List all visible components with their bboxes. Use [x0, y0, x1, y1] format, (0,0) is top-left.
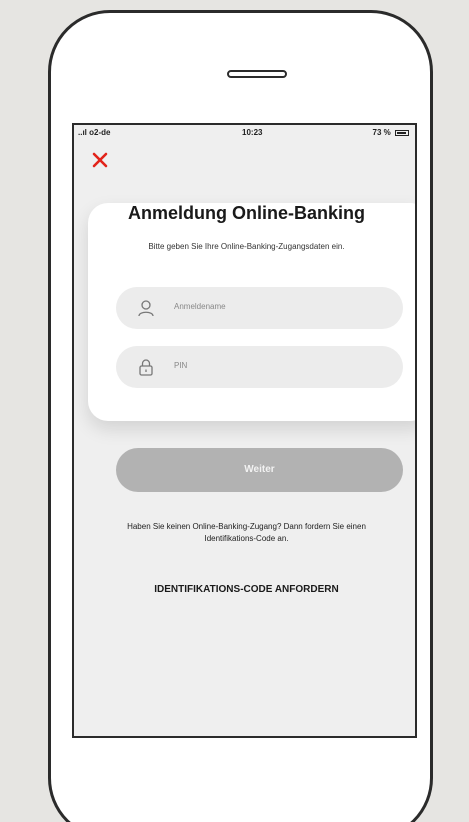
username-placeholder: Anmeldename [174, 302, 226, 311]
battery-status: 73 % [373, 128, 409, 137]
phone-speaker [227, 70, 287, 78]
close-icon[interactable] [90, 150, 110, 170]
user-icon [138, 300, 154, 317]
carrier-signal: ..ıl o2-de [78, 128, 111, 137]
battery-icon [395, 129, 409, 136]
status-bar: ..ıl o2-de 10:23 73 % [74, 125, 415, 141]
request-code-link[interactable]: IDENTIFIKATIONS-CODE ANFORDERN [74, 584, 415, 595]
status-time: 10:23 [242, 128, 263, 137]
no-access-info: Haben Sie keinen Online-Banking-Zugang? … [127, 522, 366, 543]
lock-icon [139, 359, 153, 376]
page-title: Anmeldung Online-Banking [128, 203, 365, 223]
battery-percent: 73 % [372, 128, 391, 137]
login-instructions: Bitte geben Sie Ihre Online-Banking-Zuga… [148, 242, 345, 251]
pin-placeholder: PIN [174, 361, 188, 370]
username-field[interactable]: Anmeldename [116, 287, 403, 329]
continue-button[interactable]: Weiter [116, 448, 403, 492]
pin-field[interactable]: PIN [116, 346, 403, 388]
page-background: ..ıl o2-de 10:23 73 % Anmeldung Online-B… [0, 0, 469, 822]
app-screen: ..ıl o2-de 10:23 73 % Anmeldung Online-B… [72, 123, 417, 738]
